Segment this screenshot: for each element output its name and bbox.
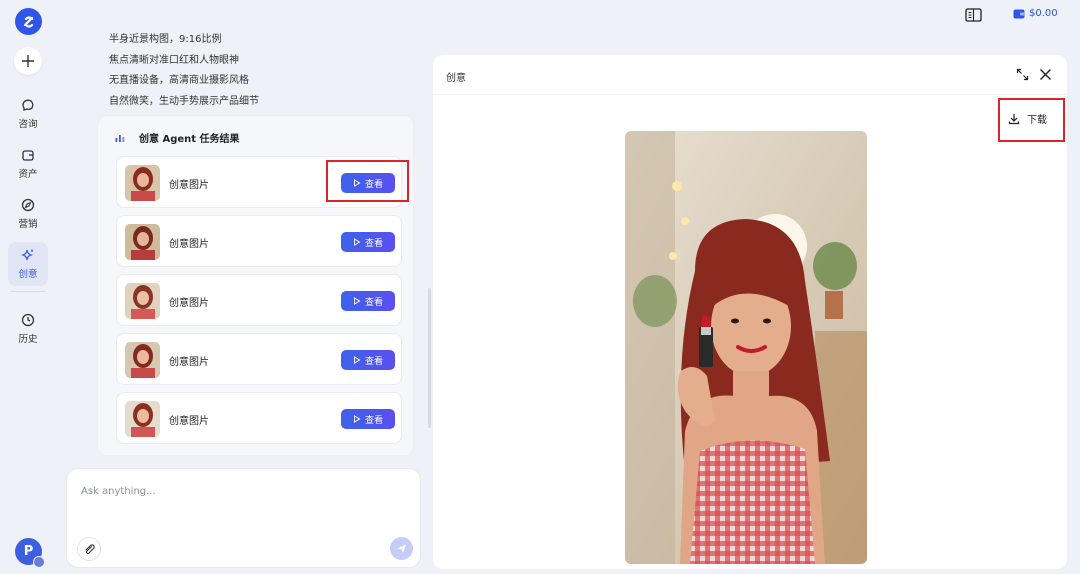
logo-icon — [23, 15, 33, 28]
expand-button[interactable] — [1016, 66, 1029, 85]
clock-icon — [21, 313, 35, 327]
item-name: 创意图片 — [169, 180, 209, 191]
nav-label: 营销 — [18, 219, 38, 230]
nav-item-history[interactable]: 历史 — [8, 307, 48, 351]
scrollbar[interactable] — [428, 288, 431, 428]
chat-composer[interactable]: Ask anything... — [66, 468, 421, 568]
app-logo[interactable] — [15, 8, 42, 35]
image-thumbnail[interactable] — [125, 224, 160, 260]
send-icon — [397, 544, 406, 553]
nav-item-marketing[interactable]: 营销 — [8, 192, 48, 236]
panel-title: 创意 — [446, 73, 466, 84]
nav-label: 历史 — [18, 334, 38, 345]
view-label: 查看 — [364, 415, 383, 426]
view-button[interactable]: 查看 — [341, 409, 395, 429]
sidebar-divider — [10, 291, 46, 292]
sparkle-icon — [21, 249, 34, 261]
highlight-box — [998, 98, 1065, 142]
expand-icon — [1016, 68, 1029, 81]
view-label: 查看 — [364, 356, 383, 367]
chat-icon — [22, 99, 34, 111]
view-button[interactable]: 查看 — [341, 291, 395, 311]
nav-item-consult[interactable]: 咨询 — [8, 92, 48, 136]
close-button[interactable] — [1039, 66, 1052, 85]
item-name: 创意图片 — [169, 357, 209, 368]
nav-label: 创意 — [18, 269, 38, 280]
nav-label: 咨询 — [18, 119, 38, 130]
view-button[interactable]: 查看 — [341, 350, 395, 370]
play-icon — [353, 297, 361, 305]
image-thumbnail[interactable] — [125, 401, 160, 437]
view-label: 查看 — [364, 297, 383, 308]
balance-amount: $0.00 — [1029, 8, 1058, 19]
item-name: 创意图片 — [169, 416, 209, 427]
paperclip-icon — [85, 544, 95, 555]
generated-image[interactable] — [625, 131, 867, 564]
image-thumbnail[interactable] — [125, 283, 160, 319]
image-thumbnail[interactable] — [125, 165, 160, 201]
chat-line: 自然微笑，生动手势展示产品细节 — [109, 95, 259, 107]
new-chat-button[interactable] — [14, 47, 42, 75]
image-thumbnail[interactable] — [125, 342, 160, 378]
list-item: 创意图片 查看 — [116, 333, 402, 385]
book-icon[interactable] — [965, 7, 982, 26]
avatar-badge — [33, 556, 45, 568]
list-item: 创意图片 查看 — [116, 274, 402, 326]
wallet-icon — [22, 150, 34, 161]
play-icon — [353, 415, 361, 423]
list-item: 创意图片 查看 — [116, 392, 402, 444]
result-title: 创意 Agent 任务结果 — [139, 134, 240, 145]
chat-line: 焦点清晰对准口红和人物眼神 — [109, 54, 239, 66]
play-icon — [353, 356, 361, 364]
view-label: 查看 — [364, 238, 383, 249]
composer-placeholder: Ask anything... — [81, 486, 156, 497]
send-button[interactable] — [390, 537, 413, 560]
attach-button[interactable] — [77, 537, 101, 561]
avatar[interactable]: P — [15, 538, 45, 568]
item-name: 创意图片 — [169, 239, 209, 250]
chat-line: 半身近景构图，9:16比例 — [109, 34, 222, 45]
list-item: 创意图片 查看 — [116, 215, 402, 267]
avatar-letter: P — [23, 544, 34, 559]
compass-icon — [21, 198, 35, 212]
wallet-balance[interactable]: $0.00 — [1013, 8, 1058, 19]
chat-line: 无直播设备，高清商业摄影风格 — [109, 75, 249, 86]
chat-message: 半身近景构图，9:16比例 焦点清晰对准口红和人物眼神 无直播设备，高清商业摄影… — [109, 30, 259, 112]
view-button[interactable]: 查看 — [341, 232, 395, 252]
sidebar: 咨询 资产 营销 创意 历史 P — [0, 0, 56, 574]
item-name: 创意图片 — [169, 298, 209, 309]
nav-item-creative[interactable]: 创意 — [8, 242, 48, 286]
nav-label: 资产 — [18, 169, 38, 180]
play-icon — [353, 238, 361, 246]
highlight-box — [326, 160, 409, 202]
panel-header-divider — [433, 94, 1067, 95]
plus-icon — [22, 55, 34, 67]
close-icon — [1040, 69, 1051, 80]
nav-item-assets[interactable]: 资产 — [8, 142, 48, 186]
wallet-icon — [1013, 9, 1025, 19]
agent-icon — [115, 134, 125, 142]
result-header: 创意 Agent 任务结果 — [115, 130, 240, 145]
